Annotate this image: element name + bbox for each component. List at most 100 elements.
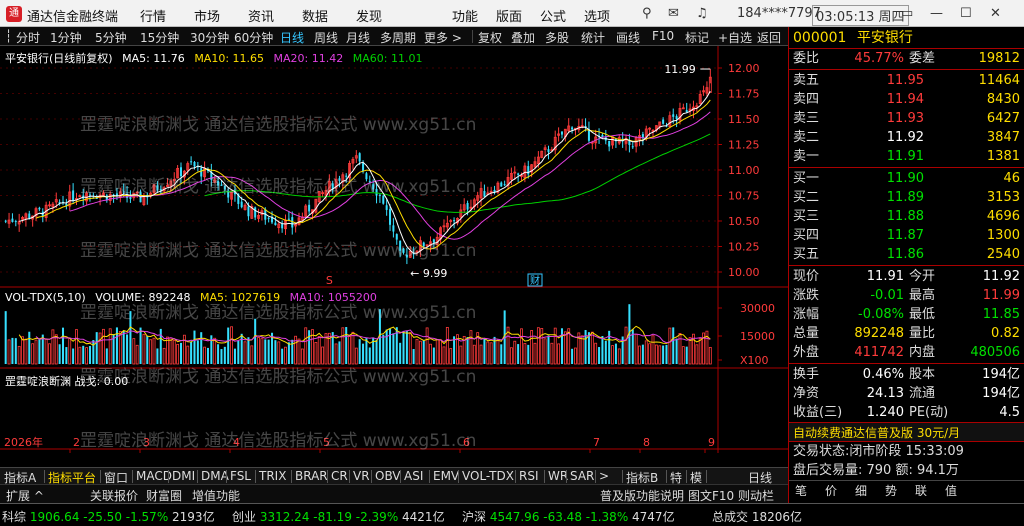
buy-level[interactable]: 买一 11.90 46: [789, 169, 1024, 188]
tab-weekly[interactable]: 周线: [314, 29, 338, 46]
tab-multi-period[interactable]: 多周期: [380, 29, 416, 46]
expand-button[interactable]: 扩展 ^: [6, 487, 44, 504]
menu-quotes[interactable]: 行情: [140, 6, 166, 25]
overlay-button[interactable]: 叠加: [511, 29, 535, 46]
indicator-tab[interactable]: DMI: [172, 469, 195, 483]
tab-separator: [400, 470, 401, 483]
menu-discover[interactable]: 发现: [356, 6, 382, 25]
sell-level[interactable]: 卖五 11.95 11464: [789, 71, 1024, 90]
close-icon[interactable]: ✕: [990, 6, 1001, 21]
menu-data[interactable]: 数据: [302, 6, 328, 25]
level-price: 11.95: [886, 73, 924, 88]
volume-bar: [51, 329, 55, 365]
sell-level[interactable]: 卖四 11.94 8430: [789, 90, 1024, 109]
buy-level[interactable]: 买四 11.87 1300: [789, 226, 1024, 245]
indicator-tab[interactable]: VOL-TDX: [462, 469, 514, 483]
volume-bar: [648, 343, 652, 365]
search-icon[interactable]: ⚲: [642, 6, 652, 21]
side-tab[interactable]: 联: [915, 482, 927, 499]
adjust-button[interactable]: 复权: [478, 29, 502, 46]
sell-level[interactable]: 卖一 11.91 1381: [789, 147, 1024, 166]
side-tab[interactable]: 值: [945, 482, 957, 499]
menu-formula[interactable]: 公式: [540, 6, 566, 25]
indicator-tab[interactable]: FSL: [230, 469, 251, 483]
bell-icon[interactable]: ♫: [696, 6, 708, 21]
add-favorite-button[interactable]: +自选: [718, 29, 752, 46]
indicator-tab[interactable]: SAR: [570, 469, 594, 483]
multi-stock-button[interactable]: 多股: [545, 29, 569, 46]
candle-body: [547, 149, 550, 153]
value-func-button[interactable]: 增值功能: [192, 487, 240, 504]
tab-intraday[interactable]: 分时: [16, 29, 40, 46]
volume-bar: [14, 338, 17, 364]
draw-button[interactable]: 画线: [616, 29, 640, 46]
buy-level[interactable]: 买五 11.86 2540: [789, 245, 1024, 264]
tab-monthly[interactable]: 月线: [346, 29, 370, 46]
tab-daily[interactable]: 日线: [280, 29, 304, 46]
volume-bar: [675, 338, 678, 364]
tab-more[interactable]: 更多 >: [424, 29, 462, 46]
volume-bar: [402, 331, 405, 364]
volume-bar: [172, 340, 176, 365]
volume-bar: [513, 340, 517, 365]
index-field: 总成交: [712, 510, 752, 524]
indicator-tab[interactable]: TRIX: [259, 469, 286, 483]
sell-level[interactable]: 卖二 11.92 3847: [789, 128, 1024, 147]
index-summary[interactable]: 总成交 18206亿: [712, 508, 802, 525]
candle-body: [382, 195, 385, 204]
indicator-tab[interactable]: CR: [331, 469, 348, 483]
kline-chart-area[interactable]: 12.00 11.75 11.50 11.25 11.00 10.75 10.50 10.25…: [0, 46, 788, 453]
stats-button[interactable]: 统计: [581, 29, 605, 46]
menu-news[interactable]: 资讯: [248, 6, 274, 25]
high-annotation: 11.99: [664, 63, 696, 76]
tab-5min[interactable]: 5分钟: [95, 29, 127, 46]
volume-bar: [334, 343, 338, 365]
back-button[interactable]: 返回: [757, 29, 781, 46]
minimize-icon[interactable]: —: [930, 6, 943, 21]
index-summary[interactable]: 创业 3312.24 -81.19 -2.39% 4421亿: [232, 508, 445, 525]
side-tab[interactable]: 笔: [795, 482, 807, 499]
indicator-tab[interactable]: ASI: [404, 469, 423, 483]
menu-layout[interactable]: 版面: [496, 6, 522, 25]
indicator-tab[interactable]: RSI: [519, 469, 539, 483]
volume-bar: [31, 343, 35, 365]
index-summary[interactable]: 沪深 4547.96 -63.48 -1.38% 4747亿: [462, 508, 675, 525]
buy-level[interactable]: 买三 11.88 4696: [789, 207, 1024, 226]
link-quote-button[interactable]: 关联报价: [90, 487, 138, 504]
volume-bar: [479, 344, 483, 365]
indicator-tab[interactable]: >: [599, 469, 609, 483]
tab-60min[interactable]: 60分钟: [234, 29, 273, 46]
tab-1min[interactable]: 1分钟: [50, 29, 82, 46]
news-link[interactable]: 普及版功能说明: [600, 487, 684, 504]
side-tab[interactable]: 势: [885, 482, 897, 499]
indicator-tab[interactable]: VR: [353, 469, 370, 483]
f10-button[interactable]: F10: [652, 29, 674, 43]
tab-30min[interactable]: 30分钟: [190, 29, 229, 46]
wealth-circle-button[interactable]: 财富圈: [146, 487, 182, 504]
subscription-ad[interactable]: 自动续费通达信普及版 30元/月: [789, 422, 1024, 442]
tab-15min[interactable]: 15分钟: [140, 29, 179, 46]
sell-level[interactable]: 卖三 11.93 6427: [789, 109, 1024, 128]
message-icon[interactable]: ✉: [668, 6, 679, 21]
indicator-tab[interactable]: EMV: [433, 469, 459, 483]
indicator-tab[interactable]: OBV: [375, 469, 401, 483]
menu-market[interactable]: 市场: [194, 6, 220, 25]
side-tab[interactable]: 细: [855, 482, 867, 499]
side-tab[interactable]: 价: [825, 482, 837, 499]
buy-level[interactable]: 买二 11.89 3153: [789, 188, 1024, 207]
post-trade: 盘后交易量: 790 额: 94.1万: [789, 461, 1024, 480]
restore-icon[interactable]: ▭: [901, 6, 913, 21]
menu-options[interactable]: 选项: [584, 6, 610, 25]
candle-body: [527, 166, 530, 175]
indicator-tab[interactable]: BRAR: [295, 469, 328, 483]
account-name[interactable]: 184****7797: [737, 6, 821, 21]
mark-button[interactable]: 标记: [685, 29, 709, 46]
level-label: 卖四: [793, 92, 820, 107]
indicator-tab[interactable]: MACD: [136, 469, 172, 483]
price-tick-label: 11.50: [728, 113, 760, 126]
kline-chart-svg[interactable]: 12.00 11.75 11.50 11.25 11.00 10.75 10.50 10.25…: [0, 46, 788, 453]
indicator-tab[interactable]: DMA: [201, 469, 229, 483]
index-summary[interactable]: 科综 1906.64 -25.50 -1.57% 2193亿: [2, 508, 215, 525]
maximize-icon[interactable]: ☐: [960, 6, 972, 21]
menu-function[interactable]: 功能: [452, 6, 478, 25]
